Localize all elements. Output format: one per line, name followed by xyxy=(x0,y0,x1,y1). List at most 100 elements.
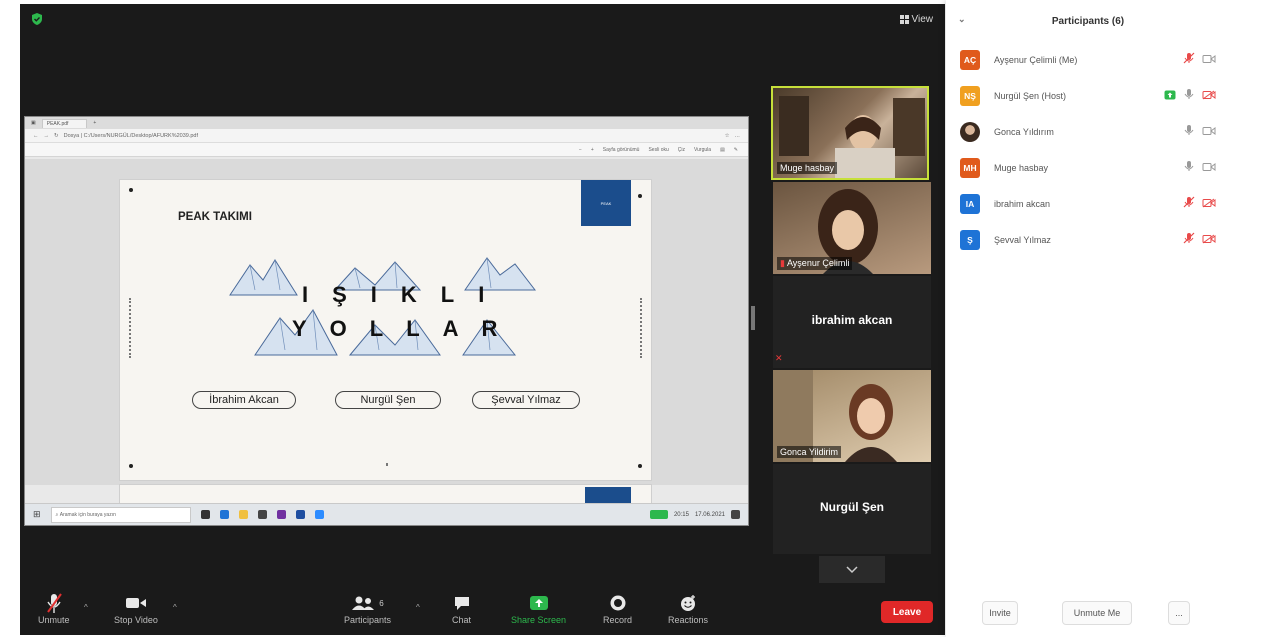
reactions-button[interactable]: Reactions xyxy=(668,591,708,625)
collapse-icon[interactable]: ⌄ xyxy=(958,14,966,25)
leave-button[interactable]: Leave xyxy=(881,601,933,623)
participant-name: Muge hasbay xyxy=(994,163,1049,173)
mic-muted-icon[interactable] xyxy=(1183,51,1195,69)
participant-status-icons xyxy=(1164,87,1216,105)
shield-icon[interactable] xyxy=(30,12,44,26)
participant-status-icons xyxy=(1183,51,1216,69)
page-marker xyxy=(386,463,388,466)
video-off-icon[interactable] xyxy=(1202,195,1216,213)
scroll-down-button[interactable] xyxy=(819,556,885,584)
mic-muted-icon[interactable] xyxy=(1183,231,1195,249)
back-icon[interactable]: ← xyxy=(33,133,39,139)
forward-icon[interactable]: → xyxy=(44,133,50,139)
edge-icon[interactable] xyxy=(219,510,229,519)
share-screen-button[interactable]: Share Screen xyxy=(511,591,566,625)
tile-name-label: ▮ Ayşenur Çelimli xyxy=(777,257,853,270)
zoom-out-icon[interactable]: − xyxy=(579,147,582,153)
save-icon[interactable]: ▤ xyxy=(720,147,725,153)
participant-row[interactable]: Gonca Yıldırım xyxy=(960,120,1216,144)
pin-icon[interactable]: ✎ xyxy=(734,147,738,153)
participants-icon: 6 xyxy=(351,591,384,615)
participant-row[interactable]: NŞ Nurgül Şen (Host) xyxy=(960,84,1216,108)
video-camera-icon xyxy=(125,591,147,615)
folder-icon[interactable] xyxy=(238,510,248,519)
menu-icon[interactable]: … xyxy=(735,133,741,139)
mic-icon[interactable] xyxy=(1183,87,1195,105)
share-screen-icon xyxy=(529,591,549,615)
pdf-tool-highlight[interactable]: Vurgula xyxy=(694,147,711,153)
new-tab-icon[interactable]: + xyxy=(93,120,96,126)
panel-footer: Invite Unmute Me ... xyxy=(946,601,1230,627)
mic-muted-icon[interactable] xyxy=(1183,195,1195,213)
participant-row[interactable]: IA ibrahim akcan xyxy=(960,192,1216,216)
avatar: Ş xyxy=(960,230,980,250)
teams-icon[interactable] xyxy=(276,510,286,519)
meeting-toolbar: Unmute ^ Stop Video ^ 6 Participants ^ C… xyxy=(20,583,945,635)
slide-title-line1: IŞIKLI xyxy=(302,282,509,307)
participant-name: Ayşenur Çelimli (Me) xyxy=(994,55,1078,65)
participant-name: Şevval Yılmaz xyxy=(994,235,1051,245)
mic-icon[interactable] xyxy=(1183,123,1195,141)
notification-icon[interactable] xyxy=(731,510,740,519)
word-icon[interactable] xyxy=(295,510,305,519)
task-view-icon[interactable] xyxy=(200,510,210,519)
video-tile[interactable]: ▮ Ayşenur Çelimli xyxy=(773,182,931,274)
participants-options-caret[interactable]: ^ xyxy=(416,603,420,612)
video-icon[interactable] xyxy=(1202,123,1216,141)
video-tile[interactable]: ibrahim akcan ✕ xyxy=(773,276,931,368)
invite-button[interactable]: Invite xyxy=(982,601,1018,625)
pdf-toolbar: − + Sayfa görünümü Sesli oku Çiz Vurgula… xyxy=(25,143,748,157)
favorite-icon[interactable]: ☆ xyxy=(725,133,730,139)
record-button[interactable]: Record xyxy=(603,591,632,625)
sharing-indicator-icon[interactable] xyxy=(649,510,668,519)
mic-muted-icon: ▮ xyxy=(780,258,785,268)
mic-muted-icon xyxy=(46,591,62,615)
slide-title-line2: YOLLAR xyxy=(292,316,521,341)
pdf-page: PEAK PEAK TAKIMI IŞIKLI YOLLAR İbrahim A… xyxy=(119,179,652,481)
splitter-handle[interactable] xyxy=(751,306,755,330)
video-tile[interactable]: Gonca Yildirim xyxy=(773,370,931,462)
member-name-3: Şevval Yılmaz xyxy=(472,391,580,409)
video-icon[interactable] xyxy=(1202,159,1216,177)
corner-dot xyxy=(638,194,642,198)
taskbar-search[interactable]: ⌕ Aramak için buraya yazın xyxy=(50,506,191,523)
pdf-tool-page-view[interactable]: Sayfa görünümü xyxy=(603,147,640,153)
url-field[interactable]: Dosya | C:/Users/NURGÜL/Desktop/AFURK%20… xyxy=(64,133,720,139)
zoom-meeting-window: View ▣ PEAK.pdf + ← → ↻ Dosya | C:/Users… xyxy=(20,4,945,635)
pdf-viewer: PEAK PEAK TAKIMI IŞIKLI YOLLAR İbrahim A… xyxy=(25,159,748,504)
participant-row[interactable]: MH Muge hasbay xyxy=(960,156,1216,180)
pdf-tool-read-aloud[interactable]: Sesli oku xyxy=(648,147,668,153)
mic-icon[interactable] xyxy=(1183,159,1195,177)
unmute-button[interactable]: Unmute xyxy=(38,591,70,625)
participants-panel: ⌄ Participants (6) AÇ Ayşenur Çelimli (Me… xyxy=(946,0,1230,637)
browser-tab[interactable]: PEAK.pdf xyxy=(41,118,88,128)
windows-start-icon[interactable]: ⊞ xyxy=(33,509,41,520)
page-margin xyxy=(1230,0,1269,637)
corner-dot xyxy=(129,464,133,468)
audio-options-caret[interactable]: ^ xyxy=(84,603,88,612)
grid-icon xyxy=(899,15,909,24)
participants-button[interactable]: 6 Participants xyxy=(344,591,391,625)
pdf-tool-draw[interactable]: Çiz xyxy=(678,147,685,153)
store-icon[interactable] xyxy=(257,510,267,519)
windows-taskbar: ⊞ ⌕ Aramak için buraya yazın 20:15 17.06… xyxy=(25,503,748,525)
zoom-app-icon[interactable] xyxy=(314,510,324,519)
unmute-me-button[interactable]: Unmute Me xyxy=(1062,601,1132,625)
tile-name-label: Muge hasbay xyxy=(777,162,838,174)
video-off-icon[interactable] xyxy=(1202,87,1216,105)
video-tile[interactable]: Nurgül Şen xyxy=(773,464,931,554)
zoom-in-icon[interactable]: + xyxy=(591,147,594,153)
refresh-icon[interactable]: ↻ xyxy=(54,133,59,139)
video-options-caret[interactable]: ^ xyxy=(173,603,177,612)
more-button[interactable]: ... xyxy=(1168,601,1190,625)
video-icon[interactable] xyxy=(1202,51,1216,69)
participant-row[interactable]: AÇ Ayşenur Çelimli (Me) xyxy=(960,48,1216,72)
stop-video-button[interactable]: Stop Video xyxy=(114,591,158,625)
video-tile[interactable]: Muge hasbay xyxy=(771,86,929,180)
view-button[interactable]: View xyxy=(899,14,933,25)
tile-name: ibrahim akcan xyxy=(811,312,893,327)
participant-row[interactable]: Ş Şevval Yılmaz xyxy=(960,228,1216,252)
video-off-icon[interactable] xyxy=(1202,231,1216,249)
participant-name: Nurgül Şen (Host) xyxy=(994,91,1067,101)
chat-button[interactable]: Chat xyxy=(452,591,471,625)
